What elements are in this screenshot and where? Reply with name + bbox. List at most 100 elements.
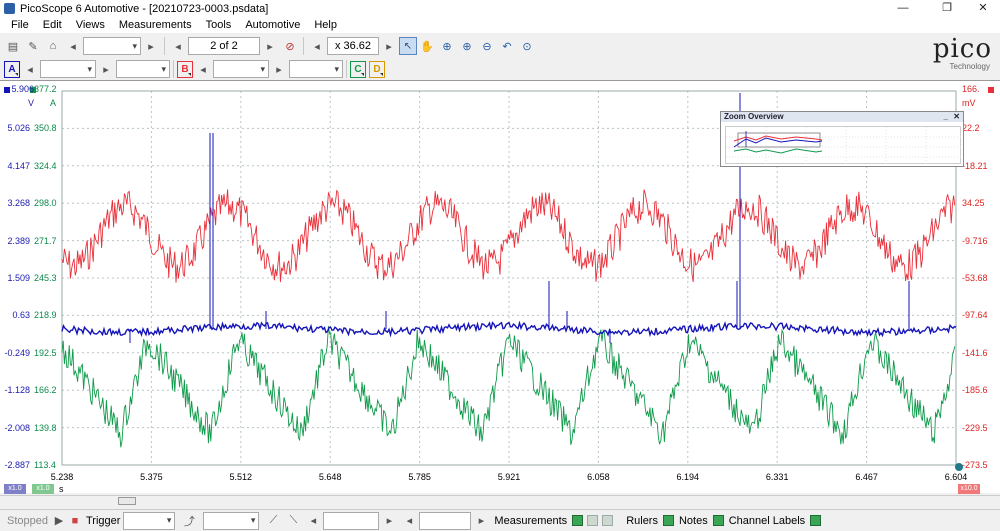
measurements-label: Measurements (494, 514, 568, 527)
threshold-next-icon[interactable]: ▸ (380, 512, 398, 530)
scope-view[interactable]: 5.906 377.2 166. V AmV 5.026 4.147 3.268 2.389 1.… (0, 80, 1000, 494)
channel-b-scale-badge: x10.0 (958, 484, 980, 494)
stop-icon[interactable]: ■ (68, 512, 82, 530)
channel-a-right-icon[interactable]: ▸ (97, 60, 115, 78)
zoom-overview-minimize[interactable]: _ (944, 112, 948, 122)
zoom-overview-header: Zoom Overview _ ✕ (721, 112, 963, 122)
a-axis-tick-label: 271.7 (34, 235, 57, 246)
a-axis-unit: A (50, 98, 57, 108)
mv-axis-unit: mV (962, 98, 976, 108)
toolbar-divider (346, 60, 347, 78)
v-axis-tick-label: -2.887 (4, 460, 30, 470)
toolbar-divider (164, 37, 165, 55)
zoom-factor-field[interactable]: x 36.62 (327, 37, 379, 55)
pretrigger-field[interactable] (419, 511, 472, 530)
stack-icon[interactable]: ▤ (4, 37, 22, 55)
zoom-prev-icon[interactable]: ◂ (308, 37, 326, 55)
menu-views[interactable]: Views (69, 19, 112, 31)
x-axis-tick-label: 5.238 (50, 472, 74, 482)
x-axis-tick-label: 6.058 (587, 472, 610, 482)
threshold-field[interactable] (323, 511, 380, 530)
x-axis-tick-label: 5.512 (229, 472, 253, 482)
edge-rising-icon[interactable]: ⟋ (264, 512, 282, 530)
page-prev-icon[interactable]: ◂ (169, 37, 187, 55)
channel-b-coupling-dropdown[interactable]: ▾ (289, 60, 343, 78)
home-icon[interactable]: ⌂ (44, 37, 62, 55)
page-next-icon[interactable]: ▸ (261, 37, 279, 55)
scrollbar-thumb[interactable] (118, 497, 136, 505)
channel-a-scale-badge: x1.0 (4, 484, 26, 494)
channel-d-button[interactable]: D (369, 60, 385, 78)
zoom-in-icon[interactable]: ⊕ (458, 37, 476, 55)
threshold-prev-icon[interactable]: ◂ (304, 512, 322, 530)
pretrigger-next-icon[interactable]: ▸ (472, 512, 490, 530)
maximize-button[interactable]: ❐ (930, 0, 964, 17)
pointer-tool-icon[interactable]: ↖ (399, 37, 417, 55)
close-button[interactable]: ✕ (966, 0, 1000, 17)
mv-axis-tick-label: 34.25 (962, 198, 985, 209)
channel-a-button[interactable]: A (4, 60, 20, 78)
capture-state: Stopped (7, 514, 48, 527)
toolbar-divider (173, 60, 174, 78)
window-title: PicoScope 6 Automotive - [20210723-0003.… (20, 2, 269, 15)
menu-edit[interactable]: Edit (36, 19, 69, 31)
rulers-label: Rulers (626, 514, 658, 527)
zoom-undo-icon[interactable]: ↶ (498, 37, 516, 55)
menu-tools[interactable]: Tools (199, 19, 239, 31)
minimize-button[interactable]: — (886, 0, 920, 17)
compass-icon[interactable]: ⊘ (281, 37, 299, 55)
trigger-channel-dropdown[interactable]: ▾ (203, 511, 260, 530)
notes-label: Notes (678, 514, 708, 527)
channel-b-right-icon[interactable]: ▸ (270, 60, 288, 78)
x-axis-tick-label: 5.648 (318, 472, 342, 482)
delete-measurement-icon[interactable] (602, 515, 614, 526)
v-axis-tick-label: 5.026 (7, 123, 30, 134)
trigger-icon[interactable]: ⤴ (180, 512, 198, 530)
zoom-next-icon[interactable]: ▸ (380, 37, 398, 55)
v-axis-tick-label: 3.268 (7, 198, 30, 209)
zoom-overview-panel[interactable]: Zoom Overview _ ✕ (720, 111, 964, 167)
channel-toolbar: A ◂ ▾ ▸ ▾ B ◂ ▾ ▸ ▾ C D (0, 58, 1000, 80)
zoom-overview-thumbnail[interactable] (725, 126, 962, 165)
a-axis-tick-label: 166.2 (34, 385, 57, 396)
trigger-mode-dropdown[interactable]: ▾ (123, 511, 176, 530)
hand-tool-icon[interactable]: ✋ (418, 37, 436, 55)
channel-b-button[interactable]: B (177, 60, 193, 78)
mv-axis-tick-label: -53.68 (962, 273, 988, 283)
channel-a-coupling-dropdown[interactable]: ▾ (116, 60, 170, 78)
channel-c-button[interactable]: C (350, 60, 366, 78)
zoom-overview-close[interactable]: ✕ (953, 112, 960, 122)
menu-help[interactable]: Help (307, 19, 344, 31)
next-arrow-icon[interactable]: ▸ (142, 37, 160, 55)
menu-file[interactable]: File (4, 19, 36, 31)
toolbar-divider (303, 37, 304, 55)
page-indicator[interactable]: 2 of 2 (188, 37, 260, 55)
v-axis-tick-label: -0.249 (4, 347, 30, 358)
menu-automotive[interactable]: Automotive (238, 19, 307, 31)
zoom-to-fit-icon[interactable]: ⊙ (518, 37, 536, 55)
edge-falling-icon[interactable]: ⟍ (284, 512, 302, 530)
zoom-out-icon[interactable]: ⊖ (478, 37, 496, 55)
channel-labels-toggle-icon[interactable] (810, 515, 822, 526)
play-icon[interactable]: ▶ (52, 512, 66, 530)
channel-b-left-icon[interactable]: ◂ (194, 60, 212, 78)
pretrigger-prev-icon[interactable]: ◂ (400, 512, 418, 530)
zoom-icon[interactable]: ⊕ (438, 37, 456, 55)
trigger-label: Trigger (85, 514, 121, 527)
mv-axis-tick-label: 22.2 (962, 123, 980, 134)
horizontal-scrollbar[interactable] (0, 495, 1000, 505)
rulers-toggle-icon[interactable] (662, 515, 674, 526)
edit-measurement-icon[interactable] (587, 515, 599, 526)
add-measurement-icon[interactable] (572, 515, 584, 526)
channel-a-range-dropdown[interactable]: ▾ (40, 60, 96, 78)
channel-a-left-icon[interactable]: ◂ (21, 60, 39, 78)
prev-arrow-icon[interactable]: ◂ (64, 37, 82, 55)
notes-toggle-icon[interactable] (712, 515, 724, 526)
x-axis-tick-label: 6.331 (765, 472, 789, 482)
channel-b-range-dropdown[interactable]: ▾ (213, 60, 269, 78)
menu-measurements[interactable]: Measurements (112, 19, 199, 31)
probe-icon[interactable]: ✎ (24, 37, 42, 55)
zoom-overview-preview (726, 127, 962, 165)
buffer-dropdown[interactable]: ▾ (83, 37, 141, 55)
x-axis-tick-label: 5.921 (497, 472, 521, 482)
